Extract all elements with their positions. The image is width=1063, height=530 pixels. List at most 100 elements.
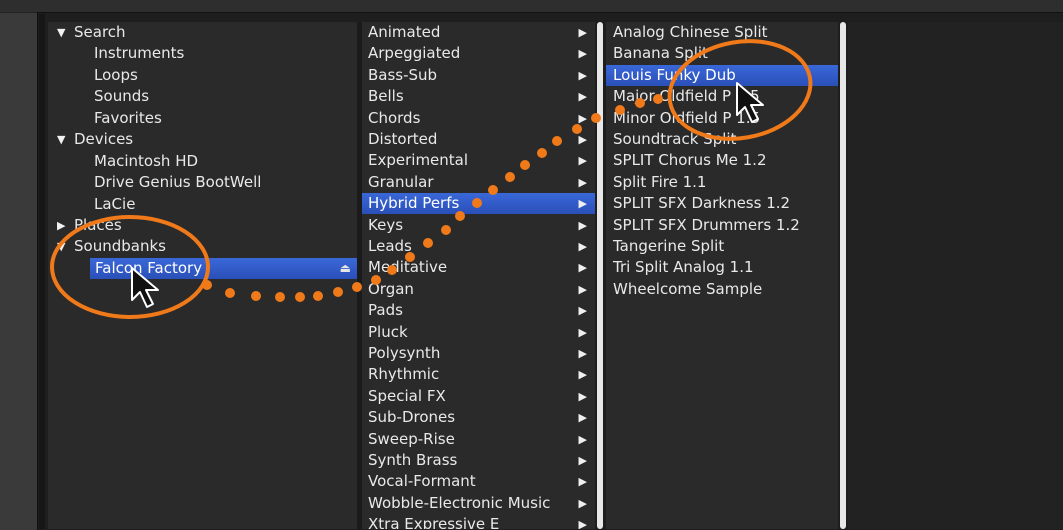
category-label: Hybrid Perfs: [368, 194, 460, 213]
submenu-arrow-icon: ▶: [578, 282, 587, 296]
category-label: Special FX: [368, 386, 446, 405]
category-label: Bells: [368, 87, 404, 106]
category-item[interactable]: Animated ▶: [362, 22, 595, 43]
preset-label: Banana Split: [613, 44, 708, 63]
submenu-arrow-icon: ▶: [578, 197, 587, 211]
category-item[interactable]: Organ ▶: [362, 279, 595, 300]
preset-label: SPLIT Chorus Me 1.2: [613, 151, 767, 170]
submenu-arrow-icon: ▶: [578, 389, 587, 403]
category-item[interactable]: Arpeggiated ▶: [362, 43, 595, 64]
submenu-arrow-icon: ▶: [578, 175, 587, 189]
category-label: Granular: [368, 172, 434, 191]
preset-item[interactable]: Tri Split Analog 1.1: [606, 257, 838, 278]
preset-item[interactable]: Major Oldfield P 1.5: [606, 86, 838, 107]
category-item[interactable]: Granular ▶: [362, 172, 595, 193]
preset-item[interactable]: SPLIT Chorus Me 1.2: [606, 150, 838, 171]
sidebar-item-loops[interactable]: Loops: [48, 65, 357, 86]
preset-label: Analog Chinese Split: [613, 23, 768, 41]
sidebar-item-lacie[interactable]: LaCie: [48, 194, 357, 215]
sidebar-item-drive-genius[interactable]: Drive Genius BootWell: [48, 172, 357, 193]
sidebar-section-soundbanks[interactable]: ▼ Soundbanks: [48, 236, 357, 257]
preset-label: SPLIT SFX Drummers 1.2: [613, 215, 800, 234]
preset-label: Tangerine Split: [613, 237, 725, 255]
category-column[interactable]: Animated ▶ Arpeggiated ▶ Bass-Sub ▶ Bells ▶ Chor…: [362, 22, 595, 529]
category-item[interactable]: Rhythmic ▶: [362, 364, 595, 385]
submenu-arrow-icon: ▶: [578, 26, 587, 39]
sidebar-section-devices[interactable]: ▼ Devices: [48, 129, 357, 150]
preset-label: SPLIT SFX Darkness 1.2: [613, 194, 791, 213]
category-item[interactable]: Bass-Sub ▶: [362, 65, 595, 86]
category-item[interactable]: Meditative ▶: [362, 257, 595, 278]
sidebar-item-favorites[interactable]: Favorites: [48, 108, 357, 129]
category-label: Wobble-Electronic Music: [368, 493, 551, 512]
category-scrollbar[interactable]: [597, 22, 603, 529]
sidebar-item-macintosh-hd[interactable]: Macintosh HD: [48, 151, 357, 172]
sidebar-section-places[interactable]: ▶ Places: [48, 215, 357, 236]
category-label: Leads: [368, 237, 412, 255]
category-item[interactable]: Vocal-Formant ▶: [362, 471, 595, 492]
preset-item[interactable]: Analog Chinese Split: [606, 22, 838, 43]
category-item[interactable]: Synth Brass ▶: [362, 450, 595, 471]
submenu-arrow-icon: ▶: [578, 454, 587, 467]
category-label: Pads: [368, 301, 403, 320]
preset-item[interactable]: SPLIT SFX Darkness 1.2: [606, 193, 838, 214]
sidebar-item-sounds[interactable]: Sounds: [48, 86, 357, 107]
disclosure-open-icon[interactable]: ▼: [57, 236, 65, 257]
preset-item[interactable]: Soundtrack Split: [606, 129, 838, 150]
category-item[interactable]: Experimental ▶: [362, 150, 595, 171]
category-label: Vocal-Formant: [368, 472, 476, 491]
submenu-arrow-icon: ▶: [578, 261, 587, 275]
category-item[interactable]: Polysynth ▶: [362, 343, 595, 364]
preset-item[interactable]: Tangerine Split: [606, 236, 838, 257]
category-label: Animated: [368, 23, 441, 41]
submenu-arrow-icon: ▶: [578, 347, 587, 360]
category-label: Keys: [368, 215, 404, 234]
preset-item[interactable]: SPLIT SFX Drummers 1.2: [606, 215, 838, 236]
category-item[interactable]: Keys ▶: [362, 215, 595, 236]
submenu-arrow-icon: ▶: [578, 368, 587, 382]
category-item[interactable]: Hybrid Perfs ▶: [362, 193, 595, 215]
category-label: Bass-Sub: [368, 65, 438, 84]
preset-scrollbar[interactable]: [840, 22, 846, 529]
submenu-arrow-icon: ▶: [578, 325, 587, 339]
category-label: Synth Brass: [368, 451, 458, 469]
category-item[interactable]: Bells ▶: [362, 86, 595, 107]
category-label: Experimental: [368, 151, 469, 170]
sidebar-item-falcon-factory[interactable]: Falcon Factory ⏏: [90, 258, 357, 279]
sidebar-item-instruments[interactable]: Instruments: [48, 43, 357, 64]
preset-item[interactable]: Banana Split: [606, 43, 838, 64]
category-label: Xtra Expressive E: [368, 515, 500, 529]
sidebar-section-search[interactable]: ▼ Search: [48, 22, 357, 43]
category-label: Polysynth: [368, 344, 441, 362]
preset-item[interactable]: Wheelcome Sample: [606, 279, 838, 300]
disclosure-closed-icon[interactable]: ▶: [57, 215, 65, 236]
category-item[interactable]: Pluck ▶: [362, 322, 595, 343]
category-label: Sub-Drones: [368, 408, 456, 427]
category-item[interactable]: Xtra Expressive E ▶: [362, 514, 595, 529]
category-item[interactable]: Sub-Drones ▶: [362, 407, 595, 428]
submenu-arrow-icon: ▶: [578, 432, 587, 446]
submenu-arrow-icon: ▶: [578, 154, 587, 168]
submenu-arrow-icon: ▶: [578, 518, 587, 529]
preset-item[interactable]: Louis Funky Dub: [606, 64, 838, 86]
category-label: Sweep-Rise: [368, 429, 455, 448]
disclosure-open-icon[interactable]: ▼: [57, 129, 65, 150]
submenu-arrow-icon: ▶: [578, 133, 587, 146]
preset-column[interactable]: Analog Chinese Split Banana Split Louis Fu…: [606, 22, 838, 529]
submenu-arrow-icon: ▶: [578, 240, 587, 253]
category-item[interactable]: Sweep-Rise ▶: [362, 429, 595, 450]
category-label: Distorted: [368, 130, 438, 148]
preset-item[interactable]: Split Fire 1.1: [606, 172, 838, 193]
category-item[interactable]: Chords ▶: [362, 108, 595, 129]
submenu-arrow-icon: ▶: [578, 411, 587, 425]
eject-icon[interactable]: ⏏: [340, 258, 351, 279]
left-rail: [39, 14, 45, 529]
category-item[interactable]: Special FX ▶: [362, 386, 595, 407]
category-item[interactable]: Pads ▶: [362, 300, 595, 321]
sidebar-column[interactable]: ▼ Search Instruments Loops Sounds Favori…: [48, 22, 357, 529]
category-item[interactable]: Distorted ▶: [362, 129, 595, 150]
preset-item[interactable]: Minor Oldfield P 1.5: [606, 108, 838, 129]
disclosure-open-icon[interactable]: ▼: [57, 22, 65, 43]
category-item[interactable]: Wobble-Electronic Music ▶: [362, 493, 595, 514]
category-item[interactable]: Leads ▶: [362, 236, 595, 257]
